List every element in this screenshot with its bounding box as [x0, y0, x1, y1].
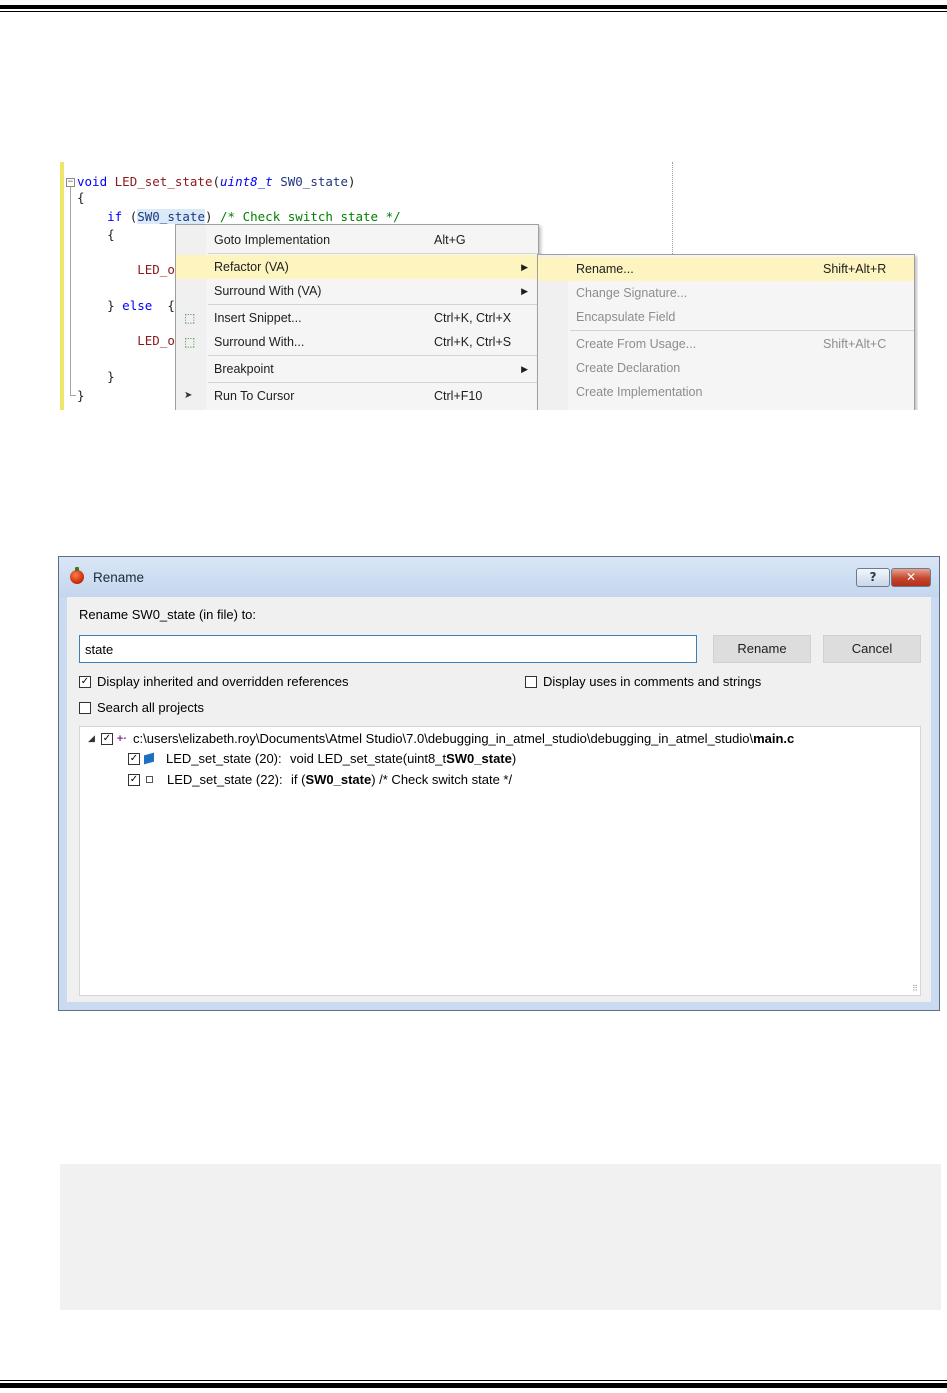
code-line-6: } else {: [107, 298, 175, 313]
dialog-title: Rename: [93, 570, 145, 585]
menu-item-refactor-va[interactable]: Refactor (VA) ▶: [176, 255, 538, 279]
code-line-7: LED_o: [137, 333, 175, 348]
rename-prompt: Rename SW0_state (in file) to:: [79, 607, 257, 622]
expand-triangle-icon[interactable]: ◢: [88, 733, 95, 744]
selected-identifier: SW0_state: [137, 209, 205, 224]
tree-row-reference[interactable]: ✓ LED_set_state (20): void LED_set_state…: [128, 751, 516, 766]
comments-strings-checkbox[interactable]: Display uses in comments and strings: [525, 674, 761, 689]
dialog-titlebar[interactable]: Rename ? ✕: [59, 557, 939, 597]
snippet-icon: ⬚: [184, 335, 196, 349]
tree-row-reference[interactable]: ✓ LED_set_state (22): if (SW0_state) /* …: [128, 772, 512, 787]
inherited-references-checkbox[interactable]: ✓ Display inherited and overridden refer…: [79, 674, 348, 689]
shaded-box: [60, 1164, 941, 1310]
submenu-item-change-signature[interactable]: Change Signature...: [538, 281, 914, 305]
visual-assist-icon: +·: [116, 732, 128, 745]
function-icon: [144, 752, 154, 765]
change-marker-bar: [60, 162, 64, 410]
tree-file-node[interactable]: ◢ ✓ +· c:\users\elizabeth.roy\Documents\…: [88, 731, 794, 746]
outline-line-end: [70, 395, 76, 396]
results-tree: ◢ ✓ +· c:\users\elizabeth.roy\Documents\…: [79, 726, 921, 996]
code-line-8: }: [107, 369, 115, 384]
snippet-icon: ⬚: [184, 311, 196, 325]
menu-item-surround-with[interactable]: ⬚ Surround With... Ctrl+K, Ctrl+S: [176, 330, 538, 354]
checkbox-checked-icon: ✓: [79, 675, 91, 688]
bottom-rule-thick: [0, 1383, 947, 1388]
checkbox-unchecked-icon: [525, 675, 537, 688]
code-line-5: LED_o: [137, 262, 175, 277]
cancel-button[interactable]: Cancel: [823, 635, 921, 663]
menu-item-breakpoint[interactable]: Breakpoint ▶: [176, 357, 538, 381]
submenu-arrow-icon: ▶: [521, 286, 528, 296]
context-menu: Goto Implementation Alt+G Refactor (VA) …: [175, 224, 539, 410]
code-editor: − void LED_set_state(uint8_t SW0_state) …: [60, 162, 918, 410]
collapse-icon[interactable]: −: [66, 178, 75, 187]
resize-grip-icon[interactable]: ⠿: [912, 984, 918, 993]
dialog-body: Rename SW0_state (in file) to: Rename Ca…: [67, 597, 931, 1002]
menu-item-surround-with-va[interactable]: Surround With (VA) ▶: [176, 279, 538, 303]
submenu-arrow-icon: ▶: [521, 262, 528, 272]
reference-checkbox[interactable]: ✓: [128, 752, 140, 765]
submenu-item-create-from-usage[interactable]: Create From Usage... Shift+Alt+C: [538, 332, 914, 356]
refactor-submenu: Rename... Shift+Alt+R Change Signature..…: [537, 254, 915, 410]
code-line-2: {: [77, 190, 85, 205]
submenu-item-create-implementation[interactable]: Create Implementation: [538, 380, 914, 404]
menu-item-insert-snippet[interactable]: ⬚ Insert Snippet... Ctrl+K, Ctrl+X: [176, 306, 538, 330]
help-button[interactable]: ?: [856, 568, 890, 587]
bottom-rule-thin: [0, 1380, 947, 1381]
submenu-item-rename[interactable]: Rename... Shift+Alt+R: [538, 257, 914, 281]
rename-dialog: Rename ? ✕ Rename SW0_state (in file) to…: [58, 556, 940, 1011]
code-line-4: {: [107, 227, 115, 242]
menu-item-goto-implementation[interactable]: Goto Implementation Alt+G: [176, 228, 538, 252]
menu-item-run-to-cursor[interactable]: ➤ Run To Cursor Ctrl+F10: [176, 384, 538, 408]
new-name-input[interactable]: [79, 635, 697, 663]
tomato-icon: [70, 567, 84, 584]
submenu-item-create-declaration[interactable]: Create Declaration: [538, 356, 914, 380]
outline-line: [70, 184, 71, 396]
close-button[interactable]: ✕: [891, 568, 931, 587]
top-rule-thin: [0, 11, 947, 12]
search-all-projects-checkbox[interactable]: Search all projects: [79, 700, 204, 715]
file-checkbox[interactable]: ✓: [100, 732, 113, 745]
reference-checkbox[interactable]: ✓: [128, 773, 140, 786]
cursor-icon: ➤: [184, 390, 193, 401]
code-line-9: }: [77, 388, 85, 403]
variable-icon: [146, 776, 153, 783]
code-line-1: void LED_set_state(uint8_t SW0_state): [77, 174, 356, 189]
rename-button[interactable]: Rename: [713, 635, 811, 663]
checkbox-unchecked-icon: [79, 701, 91, 714]
code-line-3: if (SW0_state) /* Check switch state */: [107, 209, 401, 224]
top-rule-thick: [0, 5, 947, 9]
submenu-item-encapsulate-field[interactable]: Encapsulate Field: [538, 305, 914, 329]
submenu-arrow-icon: ▶: [521, 364, 528, 374]
